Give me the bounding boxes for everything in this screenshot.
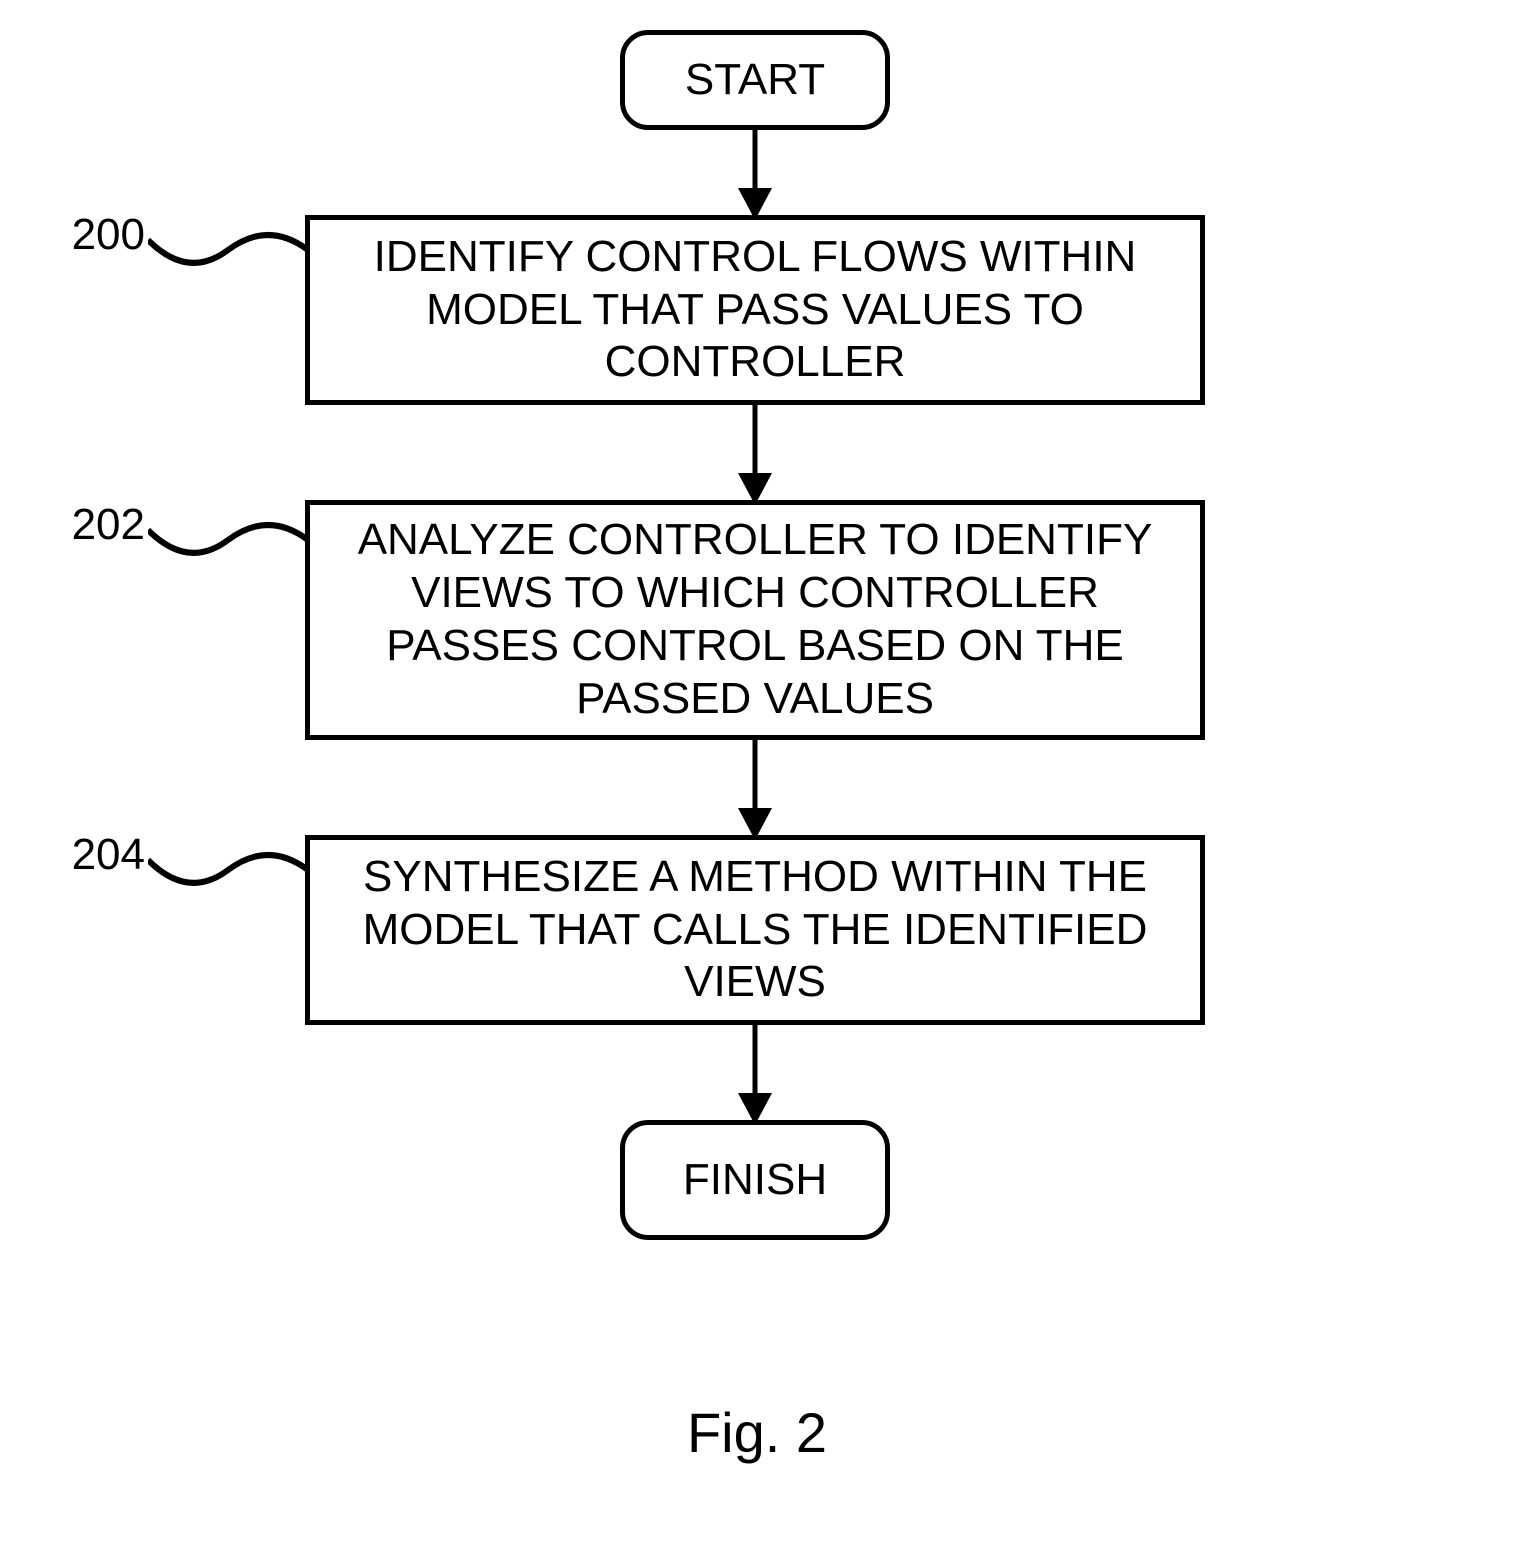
step-204-text: SYNTHESIZE A METHOD WITHIN THE MODEL THA… [330,851,1180,1009]
ref-200-leader [148,220,308,280]
ref-202-leader [148,510,308,570]
arrow-202-to-204 [730,740,780,840]
arrow-start-to-200 [730,130,780,220]
start-terminator: START [620,30,890,130]
step-202-text: ANALYZE CONTROLLER TO IDENTIFY VIEWS TO … [330,514,1180,725]
arrow-204-to-finish [730,1025,780,1125]
ref-204-leader [148,840,308,900]
step-202-box: ANALYZE CONTROLLER TO IDENTIFY VIEWS TO … [305,500,1205,740]
start-label: START [685,55,825,105]
ref-204-label: 204 [55,830,145,880]
ref-202-label: 202 [55,500,145,550]
arrow-200-to-202 [730,405,780,505]
figure-caption: Fig. 2 [0,1400,1514,1465]
finish-label: FINISH [683,1155,827,1205]
finish-terminator: FINISH [620,1120,890,1240]
step-204-box: SYNTHESIZE A METHOD WITHIN THE MODEL THA… [305,835,1205,1025]
step-200-box: IDENTIFY CONTROL FLOWS WITHIN MODEL THAT… [305,215,1205,405]
step-200-text: IDENTIFY CONTROL FLOWS WITHIN MODEL THAT… [330,231,1180,389]
ref-200-label: 200 [55,210,145,260]
flowchart-canvas: START IDENTIFY CONTROL FLOWS WITHIN MODE… [0,0,1514,1567]
